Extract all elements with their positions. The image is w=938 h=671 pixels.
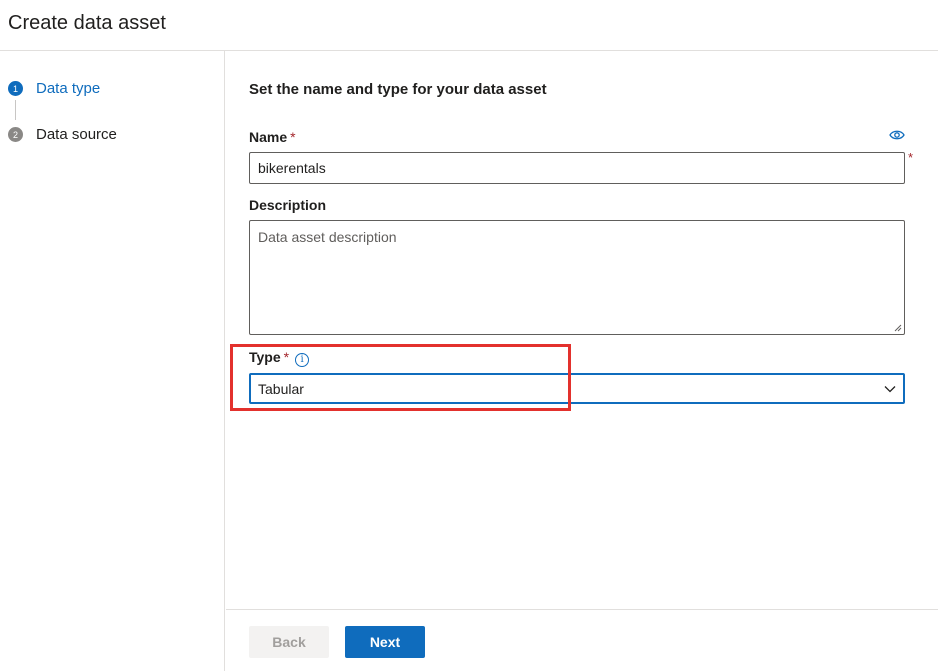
highlight-annotation <box>230 344 571 411</box>
description-placeholder: Data asset description <box>258 229 397 245</box>
required-asterisk: * <box>908 150 914 165</box>
resize-grip-icon[interactable] <box>894 324 902 332</box>
step-label: Data source <box>36 126 117 143</box>
step-connector <box>15 100 16 120</box>
wizard-steps: 1 Data type 2 Data source <box>0 51 225 671</box>
name-label: Name * <box>249 129 296 145</box>
dialog-header: Create data asset <box>0 0 938 51</box>
section-title: Set the name and type for your data asse… <box>249 81 547 98</box>
step-number-badge: 2 <box>8 127 23 142</box>
step-label: Data type <box>36 80 101 97</box>
next-button[interactable]: Next <box>345 626 425 658</box>
required-asterisk: * <box>290 129 296 145</box>
form-panel: Set the name and type for your data asse… <box>226 51 938 609</box>
chevron-down-icon <box>884 386 896 393</box>
page-title: Create data asset <box>8 12 166 34</box>
step-data-type[interactable]: 1 Data type <box>8 80 100 97</box>
step-data-source[interactable]: 2 Data source <box>8 126 117 143</box>
dialog-footer: Back Next <box>226 609 938 671</box>
description-label: Description <box>249 197 327 213</box>
description-textarea[interactable]: Data asset description <box>249 220 905 335</box>
eye-icon[interactable] <box>889 129 905 141</box>
name-input[interactable]: bikerentals <box>249 152 905 184</box>
back-button[interactable]: Back <box>249 626 329 658</box>
step-number-badge: 1 <box>8 81 23 96</box>
